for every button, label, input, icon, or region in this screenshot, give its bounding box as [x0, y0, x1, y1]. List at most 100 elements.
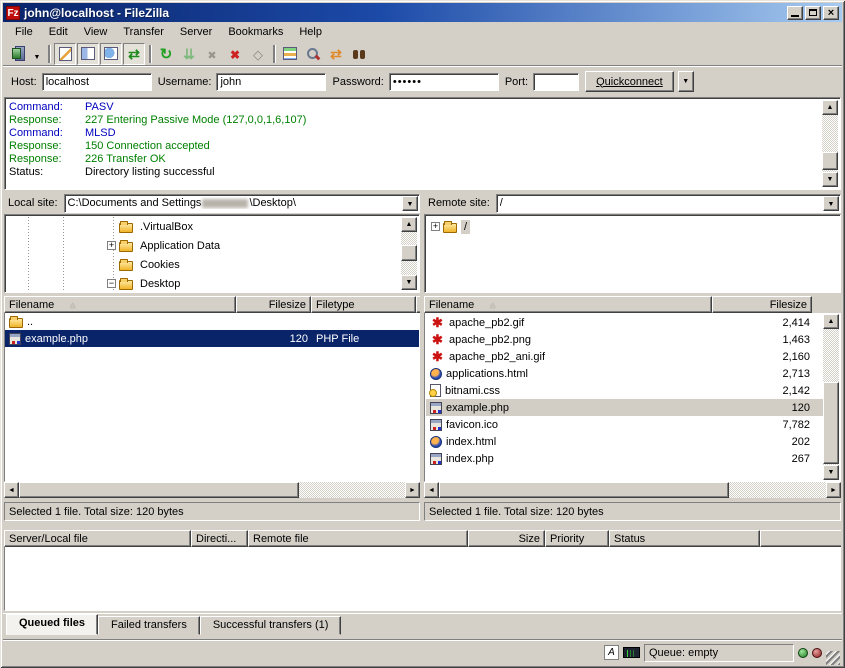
title-bar[interactable]: Fz john@localhost - FileZilla × [3, 3, 842, 22]
local-list-hscrollbar[interactable]: ◄ ► [4, 482, 420, 498]
column-header-remote-file[interactable]: Remote file [248, 530, 468, 547]
minimize-button[interactable] [787, 6, 803, 20]
menu-item-view[interactable]: View [77, 24, 115, 40]
file-row[interactable]: example.php120PHP File1 [5, 330, 419, 347]
scrollbar-thumb[interactable] [822, 152, 838, 170]
file-row[interactable]: apache_pb2.png1,463 [426, 331, 823, 348]
column-header-priority[interactable]: Priority [545, 530, 609, 547]
file-row[interactable]: index.php267 [426, 450, 823, 467]
log-line-label: Status: [9, 166, 85, 179]
file-row[interactable]: index.html202 [426, 433, 823, 450]
file-row[interactable]: favicon.ico7,782 [426, 416, 823, 433]
site-manager-dropdown-button[interactable] [30, 43, 44, 65]
scroll-right-icon[interactable]: ► [826, 482, 841, 498]
scrollbar-thumb[interactable] [439, 482, 729, 498]
file-row[interactable]: bitnami.css2,142 [426, 382, 823, 399]
column-header-filetype[interactable]: Filetype [311, 296, 416, 313]
menu-item-transfer[interactable]: Transfer [116, 24, 171, 40]
tab-queued-files[interactable]: Queued files [6, 614, 98, 635]
combo-dropdown-icon[interactable]: ▼ [402, 196, 418, 211]
username-input[interactable] [216, 73, 326, 91]
menu-item-bookmarks[interactable]: Bookmarks [221, 24, 290, 40]
find-files-button[interactable] [348, 43, 370, 65]
quickconnect-dropdown-button[interactable]: ▼ [678, 71, 694, 92]
site-manager-button[interactable] [7, 43, 29, 65]
tab-successful-transfers-1-[interactable]: Successful transfers (1) [200, 616, 342, 635]
combo-dropdown-icon[interactable]: ▼ [823, 196, 839, 211]
column-header-filename[interactable]: Filename▲ [424, 296, 712, 313]
toggle-remote-tree-button[interactable] [100, 43, 122, 65]
scrollbar-thumb[interactable] [401, 245, 417, 261]
scroll-up-icon[interactable]: ▲ [401, 217, 417, 232]
scroll-right-icon[interactable]: ► [405, 482, 420, 498]
menu-item-edit[interactable]: Edit [42, 24, 75, 40]
menu-item-server[interactable]: Server [173, 24, 219, 40]
menu-item-file[interactable]: File [8, 24, 40, 40]
password-input[interactable] [389, 73, 499, 91]
column-header-status[interactable]: Status [609, 530, 760, 547]
tree-item[interactable]: .VirtualBox [7, 217, 401, 236]
local-site-combo[interactable]: C:\Documents and Settings\Desktop\ ▼ [64, 194, 420, 213]
column-header-server-local-file[interactable]: Server/Local file [4, 530, 191, 547]
tab-failed-transfers[interactable]: Failed transfers [98, 616, 200, 635]
toggle-message-log-button[interactable] [54, 43, 76, 65]
tree-item-label: Application Data [137, 239, 223, 253]
process-queue-button[interactable] [178, 43, 200, 65]
disconnect-button[interactable] [224, 43, 246, 65]
column-header-directi-[interactable]: Directi... [191, 530, 248, 547]
expand-plus-icon[interactable]: + [107, 241, 116, 250]
column-header-l[interactable]: L [416, 296, 420, 313]
scrollbar-thumb[interactable] [19, 482, 299, 498]
column-header-blank[interactable] [760, 530, 841, 547]
scroll-up-icon[interactable]: ▲ [823, 314, 839, 329]
remote-list-hscrollbar[interactable]: ◄ ► [424, 482, 841, 498]
file-row[interactable]: .. [5, 313, 419, 330]
menu-item-help[interactable]: Help [292, 24, 329, 40]
clear-queue-button[interactable] [247, 43, 269, 65]
column-header-label: Directi... [196, 533, 236, 545]
file-cell-text: 1,463 [782, 334, 810, 346]
clear-queue-icon [250, 46, 266, 62]
close-button[interactable]: × [823, 6, 839, 20]
file-row[interactable]: applications.html2,713 [426, 365, 823, 382]
column-header-size[interactable]: Size [468, 530, 545, 547]
scroll-up-icon[interactable]: ▲ [822, 100, 838, 115]
column-header-filename[interactable]: Filename▲ [4, 296, 236, 313]
log-scrollbar[interactable]: ▲ ▼ [822, 100, 838, 187]
column-header-filesize[interactable]: Filesize [236, 296, 311, 313]
tree-item[interactable]: + Application Data [7, 236, 401, 255]
tree-item[interactable]: −Desktop [7, 274, 401, 290]
quickconnect-button[interactable]: Quickconnect [585, 71, 674, 92]
expand-plus-icon[interactable]: + [431, 222, 440, 231]
toggle-transfer-queue-button[interactable] [123, 43, 145, 65]
ascii-data-type-icon[interactable]: A [604, 645, 619, 660]
scroll-down-icon[interactable]: ▼ [823, 465, 839, 480]
tree-item[interactable]: Cookies [7, 255, 401, 274]
file-row[interactable]: example.php120 [426, 399, 823, 416]
toggle-local-tree-button[interactable] [77, 43, 99, 65]
column-header-filesize[interactable]: Filesize [712, 296, 812, 313]
file-row[interactable]: apache_pb2_ani.gif2,160 [426, 348, 823, 365]
scroll-down-icon[interactable]: ▼ [822, 172, 838, 187]
port-input[interactable] [533, 73, 579, 91]
remote-list-scrollbar[interactable]: ▲ ▼ [823, 314, 839, 480]
collapse-minus-icon[interactable]: − [107, 279, 116, 288]
directory-filters-button[interactable] [279, 43, 301, 65]
remote-site-combo[interactable]: / ▼ [496, 194, 841, 213]
scroll-down-icon[interactable]: ▼ [401, 275, 417, 290]
resize-grip[interactable] [826, 651, 840, 665]
file-row[interactable]: apache_pb2.gif2,414 [426, 314, 823, 331]
directory-comparison-button[interactable] [302, 43, 324, 65]
host-input[interactable] [42, 73, 152, 91]
synchronized-browsing-button[interactable] [325, 43, 347, 65]
cancel-operation-button[interactable] [201, 43, 223, 65]
local-tree-scrollbar[interactable]: ▲ ▼ [401, 217, 417, 290]
refresh-button[interactable] [155, 43, 177, 65]
scrollbar-thumb[interactable] [823, 382, 839, 464]
scroll-left-icon[interactable]: ◄ [424, 482, 439, 498]
binary-indicator-icon[interactable] [623, 647, 640, 658]
tree-item[interactable]: +/ [427, 217, 838, 236]
remote-site-path: / [500, 197, 840, 209]
maximize-button[interactable] [805, 6, 821, 20]
scroll-left-icon[interactable]: ◄ [4, 482, 19, 498]
